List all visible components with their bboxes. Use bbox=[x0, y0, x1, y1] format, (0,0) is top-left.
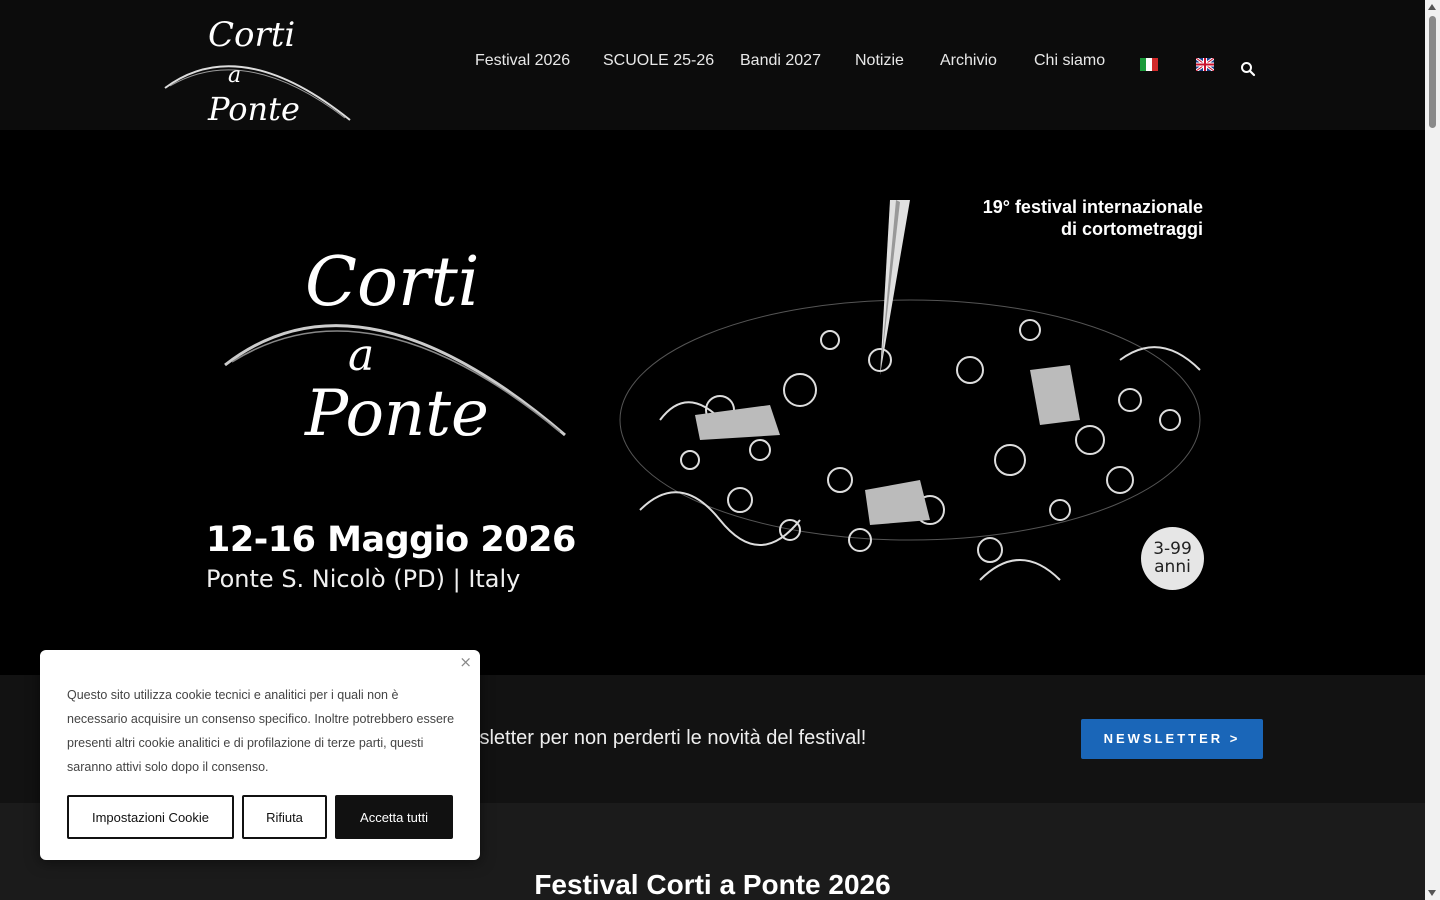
nav-item-bandi[interactable]: Bandi 2027 bbox=[740, 52, 821, 70]
svg-text:a: a bbox=[348, 330, 374, 381]
nav-item-festival-2026[interactable]: Festival 2026 bbox=[475, 52, 570, 70]
edition-line-1: 19° festival internazionale bbox=[982, 197, 1203, 217]
pencil-swirls-illustration bbox=[619, 200, 1201, 581]
svg-text:a: a bbox=[228, 63, 241, 88]
cookie-text: Questo sito utilizza cookie tecnici e an… bbox=[67, 688, 455, 774]
cookie-settings-button[interactable]: Impostazioni Cookie bbox=[67, 795, 234, 839]
nav-item-scuole[interactable]: SCUOLE 25-26 bbox=[603, 52, 714, 70]
cookie-reject-button[interactable]: Rifiuta bbox=[242, 795, 327, 839]
svg-text:Corti: Corti bbox=[305, 243, 480, 322]
nav-item-chi-siamo[interactable]: Chi siamo bbox=[1034, 52, 1105, 70]
scroll-up-icon[interactable] bbox=[1428, 4, 1436, 10]
close-icon[interactable]: × bbox=[459, 653, 472, 671]
en-flag-icon[interactable] bbox=[1196, 58, 1214, 71]
edition-label: 19° festival internazionale di cortometr… bbox=[983, 196, 1203, 240]
edition-line-2: di cortometraggi bbox=[1060, 219, 1203, 239]
age-range: 3-99 bbox=[1153, 539, 1192, 559]
hero-logo: Corti a Ponte bbox=[224, 243, 566, 450]
hero-banner: Corti a Ponte 19° festival internazional… bbox=[0, 130, 1425, 675]
section-title: Festival Corti a Ponte 2026 bbox=[534, 869, 891, 900]
cookie-accept-button[interactable]: Accetta tutti bbox=[335, 795, 453, 839]
search-icon[interactable] bbox=[1240, 61, 1256, 77]
nav-item-archivio[interactable]: Archivio bbox=[940, 52, 997, 70]
scroll-down-icon[interactable] bbox=[1428, 890, 1436, 896]
festival-place: Ponte S. Nicolò (PD) | Italy bbox=[206, 565, 521, 593]
svg-text:Ponte: Ponte bbox=[207, 90, 300, 128]
newsletter-text: wsletter per non perderti le novità del … bbox=[465, 727, 867, 749]
svg-text:Ponte: Ponte bbox=[304, 377, 489, 450]
site-logo[interactable]: Corti a Ponte bbox=[160, 2, 355, 128]
age-badge: 3-99 anni bbox=[1141, 527, 1204, 590]
svg-text:Corti: Corti bbox=[208, 15, 295, 55]
age-unit: anni bbox=[1154, 557, 1191, 577]
it-flag-icon[interactable] bbox=[1140, 58, 1158, 71]
festival-dates: 12-16 Maggio 2026 bbox=[206, 520, 576, 560]
nav-item-notizie[interactable]: Notizie bbox=[855, 52, 904, 70]
newsletter-button[interactable]: NEWSLETTER > bbox=[1081, 719, 1263, 759]
site-header: Corti a Ponte Festival 2026 SCUOLE 25-26… bbox=[0, 0, 1425, 130]
page-scrollbar[interactable] bbox=[1425, 0, 1440, 900]
cookie-consent-dialog: × Questo sito utilizza cookie tecnici e … bbox=[40, 650, 480, 860]
scrollbar-thumb[interactable] bbox=[1429, 16, 1436, 128]
